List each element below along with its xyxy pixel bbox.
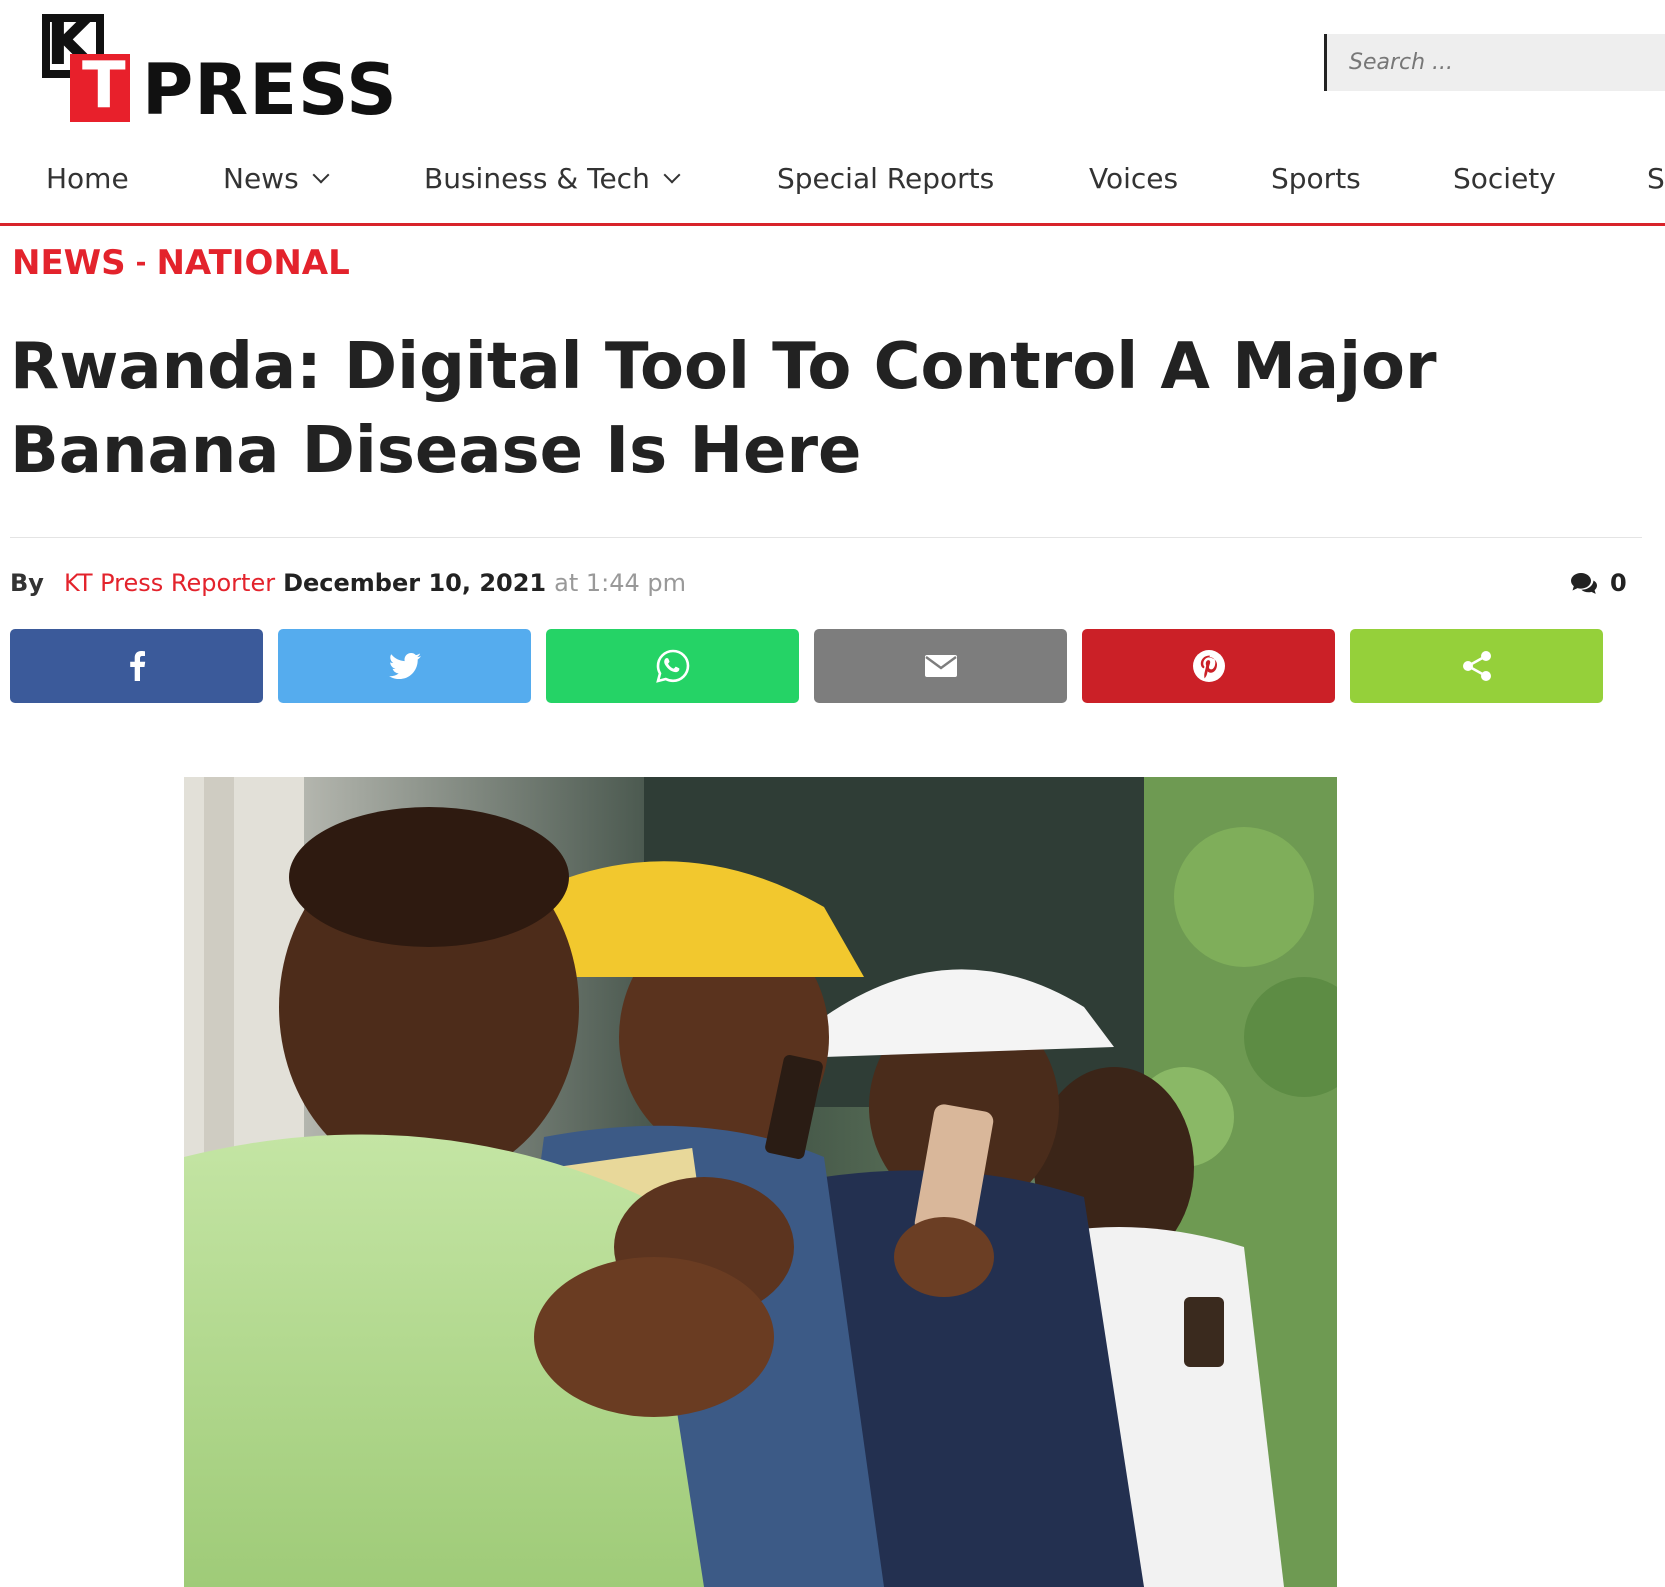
search-input[interactable]: [1347, 49, 1647, 76]
pinterest-share-button[interactable]: [1082, 629, 1335, 703]
email-icon: [924, 655, 957, 677]
facebook-icon: [129, 651, 145, 681]
nav-item-voices[interactable]: Voices: [1089, 162, 1178, 195]
featured-image: [184, 777, 1337, 1587]
nav-item-label: Voices: [1089, 162, 1179, 195]
nav-item-label: Special Reports: [777, 162, 995, 195]
whatsapp-icon: [655, 649, 689, 683]
publish-time: at 1:44 pm: [554, 569, 687, 597]
chevron-down-icon: [312, 166, 330, 183]
nav-item-business-tech[interactable]: Business & Tech: [424, 162, 681, 195]
share-icon: [1462, 651, 1491, 681]
nav-item-home[interactable]: Home: [46, 162, 129, 195]
nav-item-truncated[interactable]: S: [1647, 162, 1665, 195]
article-meta: By KT Press Reporter December 10, 2021 a…: [10, 569, 686, 597]
nav-item-label: S: [1647, 162, 1665, 195]
nav-item-society[interactable]: Society: [1453, 162, 1556, 195]
nav-item-label: Society: [1453, 162, 1556, 195]
publish-date: December 10, 2021: [283, 569, 547, 597]
nav-item-special-reports[interactable]: Special Reports: [777, 162, 994, 195]
comments-link[interactable]: 0: [1570, 569, 1627, 597]
site-header: K T PRESS: [0, 0, 1665, 140]
twitter-share-button[interactable]: [278, 629, 531, 703]
nav-item-label: News: [223, 162, 299, 195]
twitter-icon: [388, 653, 421, 679]
byline-label: By: [10, 569, 44, 597]
breadcrumb-category-link[interactable]: NEWS: [12, 243, 126, 283]
featured-photo-people-using-phones: [184, 777, 1337, 1587]
breadcrumb: NEWS - NATIONAL: [12, 243, 350, 283]
comment-count: 0: [1610, 569, 1627, 597]
nav-item-label: Sports: [1271, 162, 1361, 195]
nav-item-news[interactable]: News: [223, 162, 330, 195]
whatsapp-share-button[interactable]: [546, 629, 799, 703]
kt-press-logo[interactable]: K T PRESS: [40, 8, 440, 130]
share-bar: [10, 629, 1610, 703]
email-share-button[interactable]: [814, 629, 1067, 703]
nav-item-sports[interactable]: Sports: [1271, 162, 1361, 195]
article-title: Rwanda: Digital Tool To Control A Major …: [10, 330, 1437, 488]
breadcrumb-subcategory-link[interactable]: NATIONAL: [156, 243, 349, 283]
search-box: [1324, 34, 1665, 91]
facebook-share-button[interactable]: [10, 629, 263, 703]
logo-t-letter: T: [82, 49, 126, 123]
nav-item-label: Home: [46, 162, 129, 195]
logo-wordmark: PRESS: [142, 49, 398, 131]
more-share-button[interactable]: [1350, 629, 1603, 703]
title-divider: [10, 537, 1642, 538]
nav-item-label: Business & Tech: [424, 162, 650, 195]
pinterest-icon: [1192, 650, 1225, 682]
comments-icon: [1571, 573, 1597, 594]
main-nav: Home News Business & Tech Special Report…: [0, 140, 1665, 226]
breadcrumb-separator: -: [135, 248, 147, 278]
author-link[interactable]: KT Press Reporter: [64, 569, 275, 597]
chevron-down-icon: [663, 166, 681, 183]
